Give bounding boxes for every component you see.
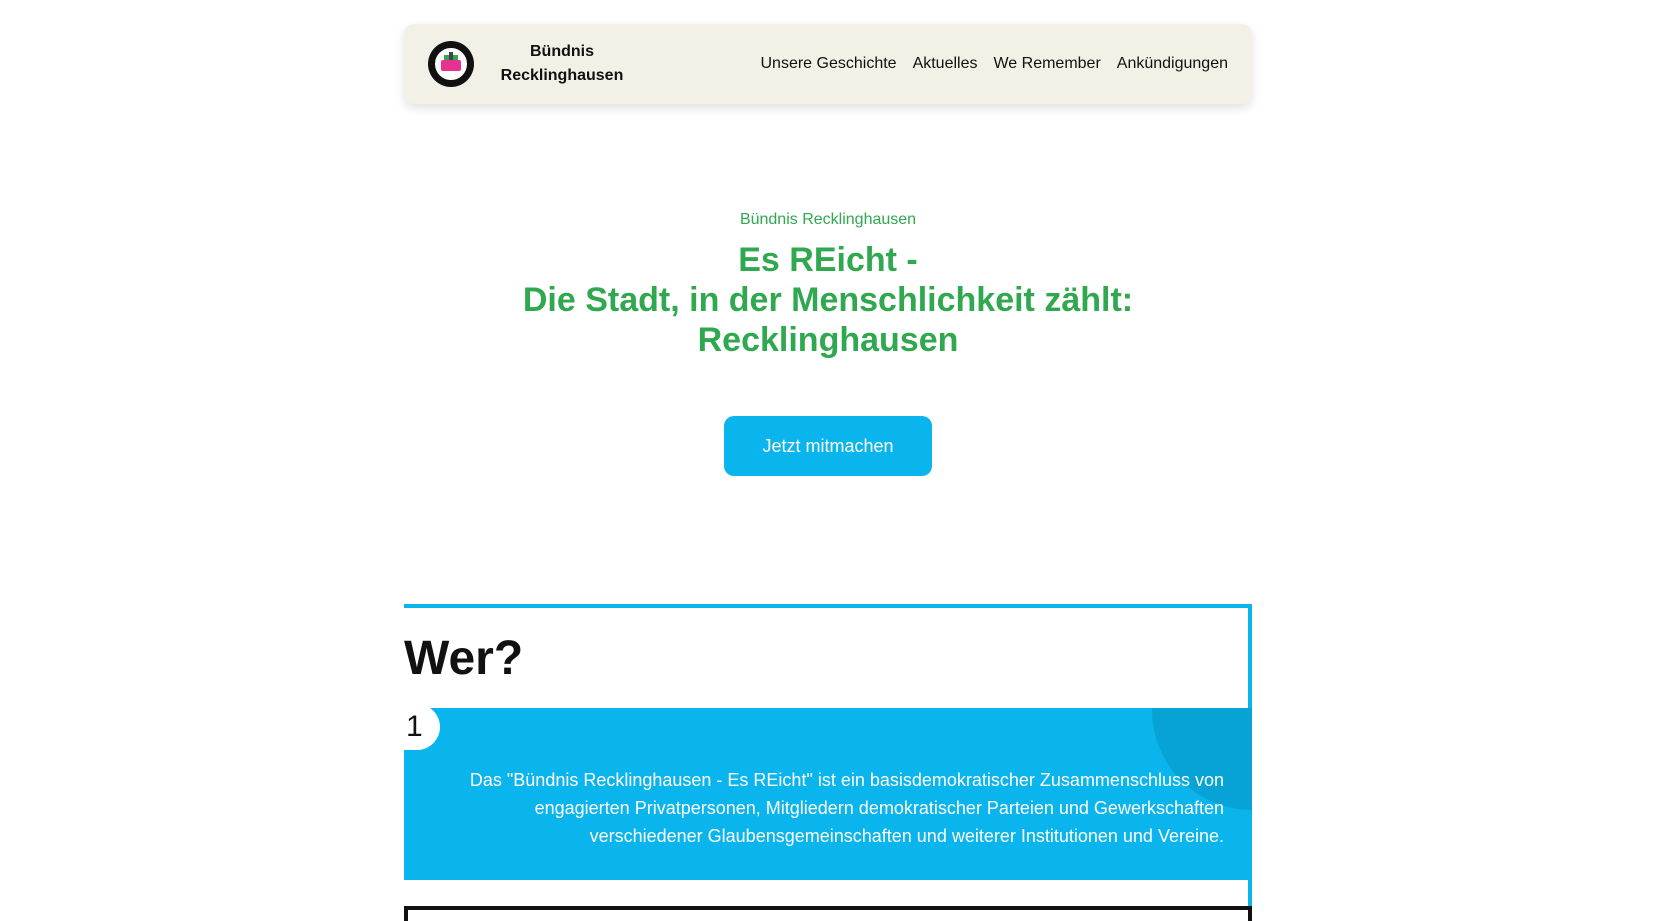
navbar: Bündnis Recklinghausen Unsere Geschichte… xyxy=(404,24,1252,104)
next-section-frame xyxy=(404,906,1252,921)
main-nav: Unsere Geschichte Aktuelles We Remember … xyxy=(761,55,1229,73)
brand-name[interactable]: Bündnis Recklinghausen xyxy=(500,40,624,88)
hero-title: Es REicht - Die Stadt, in der Menschlich… xyxy=(404,240,1252,360)
join-button[interactable]: Jetzt mitmachen xyxy=(724,416,932,476)
wer-description: Das "Bündnis Recklinghausen - Es REicht"… xyxy=(469,770,1224,846)
logo[interactable] xyxy=(428,41,474,87)
hero-title-line-3: Recklinghausen xyxy=(697,321,959,359)
wer-section: Wer? Das "Bündnis Recklinghausen - Es RE… xyxy=(394,604,1252,912)
nav-link-aktuelles[interactable]: Aktuelles xyxy=(913,55,978,73)
hero-eyebrow: Bündnis Recklinghausen xyxy=(739,211,917,228)
nav-link-unsere-geschichte[interactable]: Unsere Geschichte xyxy=(761,55,897,73)
hero-title-line-1: Es REicht - xyxy=(738,241,918,279)
nav-link-ankuendigungen[interactable]: Ankündigungen xyxy=(1117,55,1228,73)
hero-title-line-2: Die Stadt, in der Menschlichkeit zählt: xyxy=(522,281,1134,319)
page: Bündnis Recklinghausen Unsere Geschichte… xyxy=(0,0,1656,921)
logo-emblem-icon xyxy=(432,45,470,83)
wer-card: Das "Bündnis Recklinghausen - Es REicht"… xyxy=(404,708,1252,880)
nav-link-we-remember[interactable]: We Remember xyxy=(993,55,1100,73)
wer-heading: Wer? xyxy=(404,632,524,685)
hero-section: Bündnis Recklinghausen Es REicht - Die S… xyxy=(404,208,1252,476)
step-number-badge: 1 xyxy=(394,704,440,750)
